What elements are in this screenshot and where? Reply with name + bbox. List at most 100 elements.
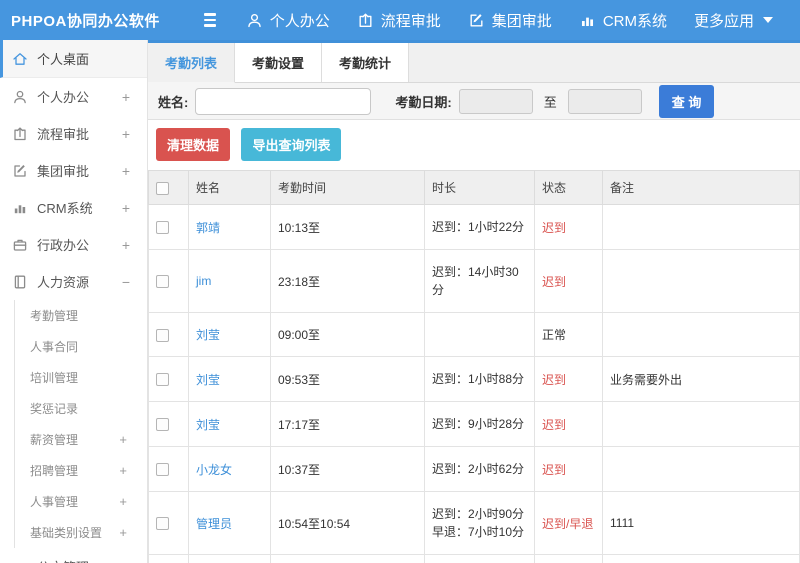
expand-icon[interactable]: + (122, 90, 137, 104)
time-cell: 10:13至 (270, 204, 425, 250)
name-cell: 小龙女 (188, 446, 271, 492)
employee-name-link[interactable]: 管理员 (196, 517, 232, 531)
row-checkbox[interactable] (156, 418, 169, 432)
tab-2[interactable]: 考勤统计 (322, 43, 410, 82)
collapse-icon[interactable]: − (122, 275, 137, 289)
remark-cell: 1111 (602, 491, 800, 555)
user-icon (246, 12, 263, 29)
employee-name-link[interactable]: 刘莹 (196, 418, 220, 432)
sidebar-item-1[interactable]: 个人办公 + (0, 78, 147, 115)
tab-1[interactable]: 考勤设置 (235, 43, 323, 82)
time-cell: 10:54至10:54 (270, 491, 425, 555)
employee-name-link[interactable]: 小龙女 (196, 463, 232, 477)
row-checkbox[interactable] (156, 373, 169, 387)
expand-icon[interactable]: + (119, 432, 137, 447)
submenu-item-label: 培训管理 (30, 371, 79, 385)
sidebar-item-label: 个人办公 (37, 90, 90, 105)
status-cell: 迟到/早退 (534, 491, 603, 555)
expand-icon[interactable]: + (122, 127, 137, 141)
clean-data-button[interactable]: 清理数据 (156, 128, 231, 161)
expand-icon[interactable]: + (122, 560, 137, 563)
topnav-item-0[interactable]: 个人办公 (246, 10, 330, 31)
expand-icon[interactable]: + (122, 164, 137, 178)
row-checkbox[interactable] (156, 221, 169, 235)
row-checkbox[interactable] (156, 517, 169, 531)
sidebar-item-3[interactable]: 集团审批 + (0, 152, 147, 189)
remark-cell (602, 401, 800, 447)
status-cell: 迟到 (534, 356, 603, 402)
duration-cell (424, 312, 535, 357)
home-icon (12, 51, 28, 67)
sidebar: 个人桌面 个人办公 + 流程审批 + 集团审批 + CRM系统 + 行政办公 + 人力资源 − 考勤管理人… (0, 40, 148, 563)
topnav-item-3[interactable]: CRM系统 (579, 10, 667, 31)
column-header: 考勤时间 (270, 170, 425, 205)
submenu-item-7[interactable]: 基础类别设置 + (15, 517, 147, 548)
submenu-item-0[interactable]: 考勤管理 (15, 300, 147, 331)
employee-name-link[interactable]: 刘莹 (196, 373, 220, 387)
expand-icon[interactable]: + (122, 238, 137, 252)
name-cell: 管理员 (188, 491, 271, 555)
sidebar-item-4[interactable]: CRM系统 + (0, 189, 147, 226)
edit-icon (12, 163, 28, 179)
export-list-button[interactable]: 导出查询列表 (241, 128, 342, 161)
sidebar-item-7[interactable]: 公文管理 + (0, 548, 147, 563)
table-row: 郭靖 10:13至 迟到：1小时22分 迟到 (148, 204, 800, 250)
column-header: 时长 (424, 170, 535, 205)
app-window: PHPOA协同办公软件 个人办公 流程审批 集团审批 CRM系统 更多应用 个人桌面 个人… (0, 0, 800, 563)
row-checkbox-cell (148, 356, 189, 402)
table-row: 刘莹 17:17至 迟到：9小时28分 迟到 (148, 401, 800, 447)
employee-name-link[interactable]: jim (196, 274, 211, 288)
row-checkbox[interactable] (156, 463, 169, 477)
table-row: 刘莹 09:00至 正常 (148, 312, 800, 357)
sidebar-item-0[interactable]: 个人桌面 (0, 40, 147, 78)
submenu-item-5[interactable]: 招聘管理 + (15, 455, 147, 486)
hamburger-icon[interactable] (204, 13, 216, 27)
sidebar-item-2[interactable]: 流程审批 + (0, 115, 147, 152)
submenu-item-2[interactable]: 培训管理 (15, 362, 147, 393)
topnav-item-1[interactable]: 流程审批 (357, 10, 441, 31)
expand-icon[interactable]: + (119, 525, 137, 540)
employee-name-link[interactable]: 郭靖 (196, 221, 220, 235)
date-to-input[interactable] (567, 88, 642, 114)
topnav-item-2[interactable]: 集团审批 (468, 10, 552, 31)
duration-cell: 迟到：2小时62分 (424, 446, 535, 492)
sidebar-item-label: 公文管理 (37, 557, 89, 563)
submenu-item-label: 奖惩记录 (30, 402, 79, 416)
expand-icon[interactable]: + (119, 494, 137, 509)
row-checkbox[interactable] (156, 275, 169, 289)
row-checkbox-cell (148, 401, 189, 447)
expand-icon[interactable]: + (119, 463, 137, 478)
search-button[interactable]: 查 询 (658, 84, 715, 118)
tab-strip: 考勤列表 考勤设置 考勤统计 (148, 43, 800, 83)
user-icon (12, 89, 28, 105)
sidebar-item-5[interactable]: 行政办公 + (0, 226, 147, 263)
table-row: 小龙女 10:37至 迟到：2小时62分 迟到 (148, 446, 800, 492)
sidebar-item-label: 人力资源 (37, 275, 90, 290)
sidebar-item-6[interactable]: 人力资源 − (0, 263, 147, 300)
date-from-input[interactable] (458, 88, 533, 114)
tab-0[interactable]: 考勤列表 (148, 43, 236, 83)
row-checkbox[interactable] (156, 328, 169, 342)
column-header: 姓名 (188, 170, 271, 205)
name-cell: 王壹辉 (188, 554, 271, 563)
name-input[interactable] (195, 87, 372, 115)
submenu-item-4[interactable]: 薪资管理 + (15, 424, 147, 455)
table-row: 王壹辉08:56至迟到：56分迟到 (148, 554, 800, 563)
attendance-table: 姓名 考勤时间 时长 状态 备注 郭靖 10:13至 迟到：1小时22分 迟到 jim 23:18… (148, 170, 800, 563)
employee-name-link[interactable]: 刘莹 (196, 328, 220, 342)
status-cell: 迟到 (534, 554, 603, 563)
expand-icon[interactable]: + (122, 201, 137, 215)
main-content: 考勤列表 考勤设置 考勤统计 姓名: 考勤日期: 至 查 询 清理数据 导出查询列表… (148, 40, 800, 563)
brand-title: PHPOA协同办公软件 (11, 12, 160, 30)
time-cell: 17:17至 (270, 401, 425, 447)
sidebar-item-label: 流程审批 (37, 127, 90, 142)
topnav-item-4[interactable]: 更多应用 (694, 10, 773, 31)
submenu-item-3[interactable]: 奖惩记录 (15, 393, 147, 424)
time-cell: 10:37至 (270, 446, 425, 492)
submenu-item-6[interactable]: 人事管理 + (15, 486, 147, 517)
select-all-checkbox[interactable] (156, 181, 169, 195)
chart-icon (579, 12, 596, 29)
row-checkbox-cell (148, 204, 189, 250)
submenu-item-1[interactable]: 人事合同 (15, 331, 147, 362)
briefcase-icon (12, 237, 28, 253)
